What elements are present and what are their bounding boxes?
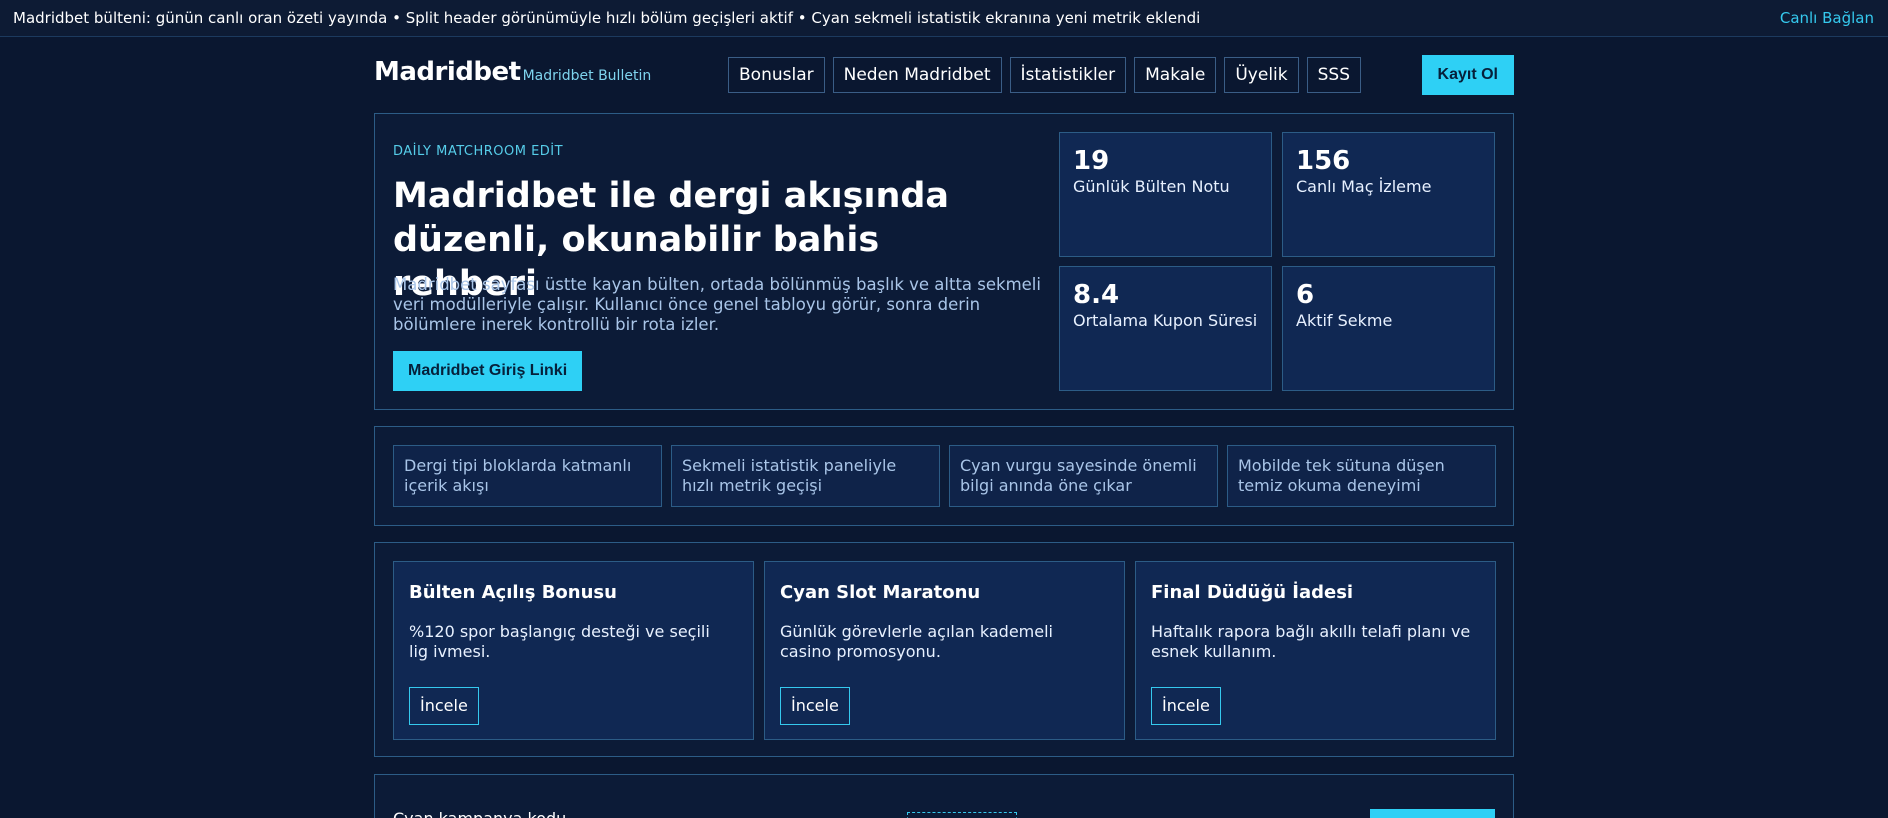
stat-card: 19 Günlük Bülten Notu <box>1059 132 1272 257</box>
stat-value: 8.4 <box>1073 280 1120 310</box>
features-section: Dergi tipi bloklarda katmanlı içerik akı… <box>374 426 1514 526</box>
register-button[interactable]: Kayıt Ol <box>1421 55 1514 95</box>
feature-item: Dergi tipi bloklarda katmanlı içerik akı… <box>393 445 662 507</box>
stat-label: Canlı Maç İzleme <box>1296 177 1432 196</box>
nav-item-sss[interactable]: SSS <box>1306 57 1361 93</box>
promo-review-button[interactable]: İncele <box>409 687 479 725</box>
promo-card: Final Düdüğü İadesi Haftalık rapora bağl… <box>1135 561 1496 740</box>
campaign-code-label: Cyan kampanya kodu <box>393 809 566 818</box>
news-ticker: Madridbet bülteni: günün canlı oran özet… <box>0 0 1888 37</box>
stat-value: 156 <box>1296 146 1351 176</box>
promo-card: Bülten Açılış Bonusu %120 spor başlangıç… <box>393 561 754 740</box>
brand-subtitle: Madridbet Bulletin <box>522 68 652 84</box>
promo-title: Bülten Açılış Bonusu <box>409 582 617 603</box>
feature-item: Mobilde tek sütuna düşen temiz okuma den… <box>1227 445 1496 507</box>
stat-card: 8.4 Ortalama Kupon Süresi <box>1059 266 1272 391</box>
nav-item-istatistikler[interactable]: İstatistikler <box>1009 57 1127 93</box>
stat-value: 19 <box>1073 146 1110 176</box>
ticker-text: Madridbet bülteni: günün canlı oran özet… <box>13 9 1201 27</box>
feature-item: Cyan vurgu sayesinde önemli bilgi anında… <box>949 445 1218 507</box>
nav-item-bonuslar[interactable]: Bonuslar <box>728 57 825 93</box>
campaign-code-section: Cyan kampanya kodu <box>374 774 1514 818</box>
copy-code-button[interactable] <box>1370 809 1495 818</box>
main-nav: Bonuslar Neden Madridbet İstatistikler M… <box>728 57 1361 93</box>
promo-review-button[interactable]: İncele <box>1151 687 1221 725</box>
promo-description: Günlük görevlerle açılan kademeli casino… <box>780 622 1053 661</box>
hero-eyebrow: DAİLY MATCHROOM EDİT <box>393 144 564 159</box>
stat-label: Günlük Bülten Notu <box>1073 177 1230 196</box>
nav-item-uyelik[interactable]: Üyelik <box>1224 57 1299 93</box>
stat-value: 6 <box>1296 280 1315 310</box>
nav-item-makale[interactable]: Makale <box>1134 57 1217 93</box>
site-header: Madridbet Madridbet Bulletin Bonuslar Ne… <box>374 54 1514 96</box>
feature-item: Sekmeli istatistik paneliyle hızlı metri… <box>671 445 940 507</box>
live-connect-link[interactable]: Canlı Bağlan <box>1780 9 1874 27</box>
nav-item-neden-madridbet[interactable]: Neden Madridbet <box>832 57 1002 93</box>
brand-logo-text: Madridbet <box>374 57 521 87</box>
stat-label: Ortalama Kupon Süresi <box>1073 311 1258 330</box>
stat-card: 6 Aktif Sekme <box>1282 266 1495 391</box>
brand[interactable]: Madridbet Madridbet Bulletin <box>374 57 651 87</box>
promotions-section: Bülten Açılış Bonusu %120 spor başlangıç… <box>374 542 1514 757</box>
stat-label: Aktif Sekme <box>1296 311 1393 330</box>
campaign-code-box[interactable] <box>907 812 1017 818</box>
hero-description: Madridbet sayfası üstte kayan bülten, or… <box>393 275 1041 334</box>
promo-card: Cyan Slot Maratonu Günlük görevlerle açı… <box>764 561 1125 740</box>
login-link-button[interactable]: Madridbet Giriş Linki <box>393 351 583 391</box>
hero-section: DAİLY MATCHROOM EDİT Madridbet ile dergi… <box>374 113 1514 410</box>
promo-title: Final Düdüğü İadesi <box>1151 582 1354 603</box>
promo-description: Haftalık rapora bağlı akıllı telafi plan… <box>1151 622 1471 661</box>
promo-title: Cyan Slot Maratonu <box>780 582 981 603</box>
stat-card: 156 Canlı Maç İzleme <box>1282 132 1495 257</box>
promo-review-button[interactable]: İncele <box>780 687 850 725</box>
promo-description: %120 spor başlangıç desteği ve seçili li… <box>409 622 710 661</box>
